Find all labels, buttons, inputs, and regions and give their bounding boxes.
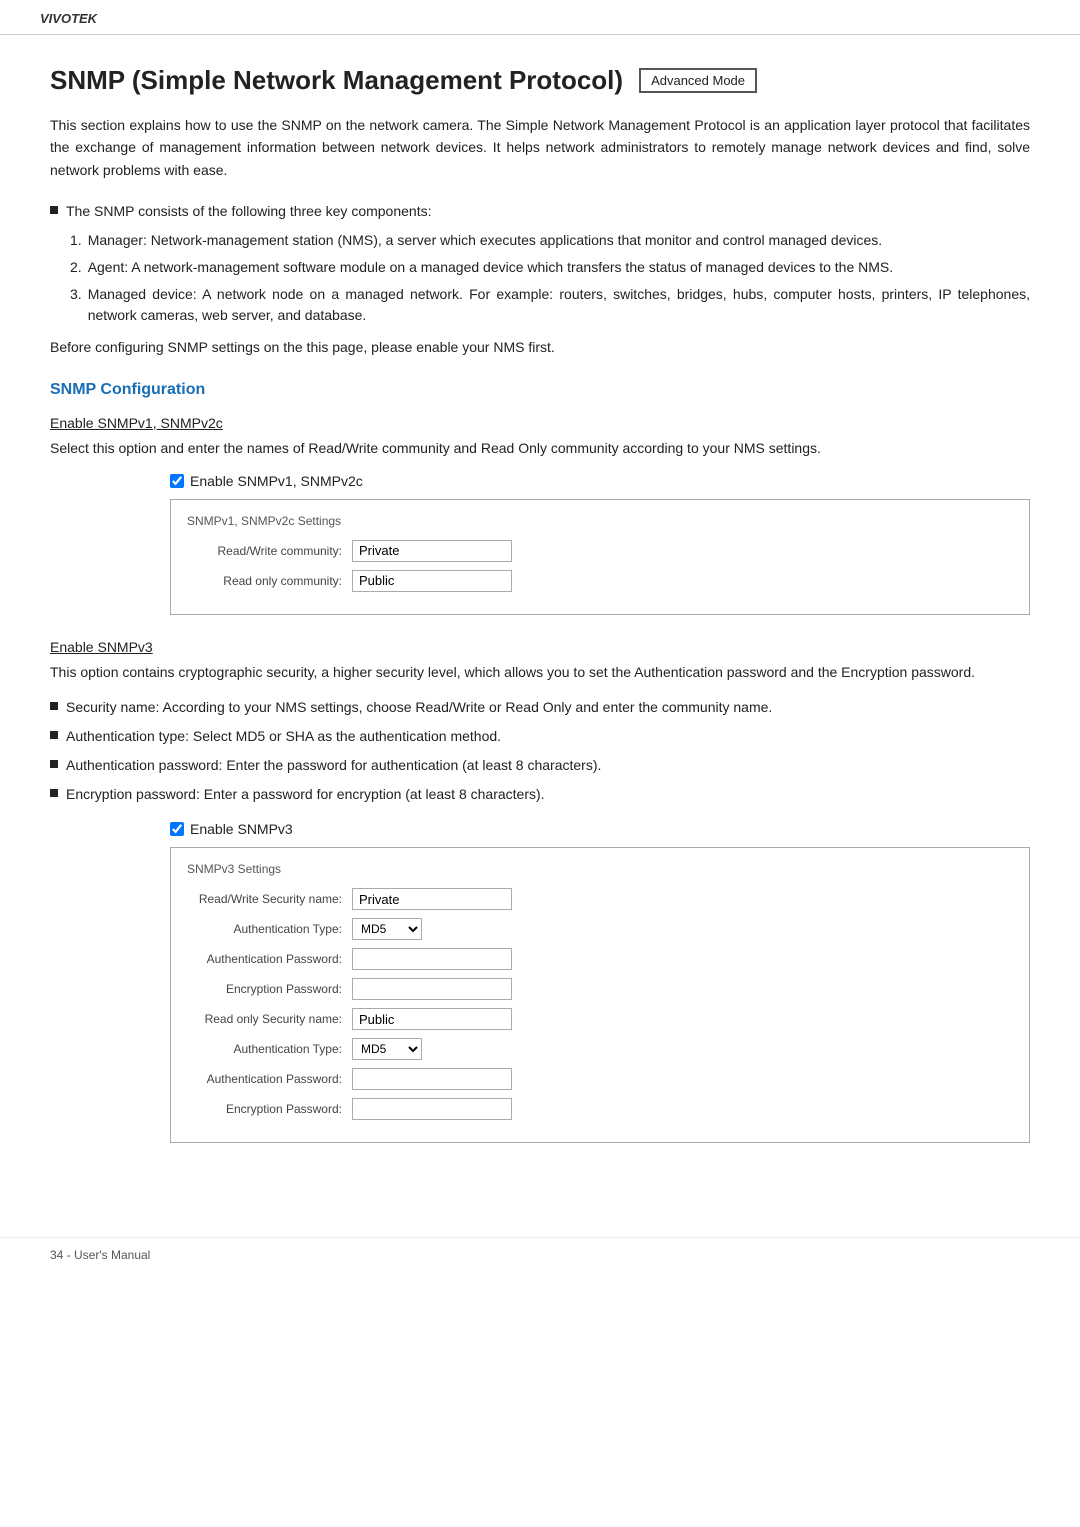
before-config-text: Before configuring SNMP settings on the … bbox=[50, 336, 1030, 358]
snmpv3-enc-pw-ro-input[interactable] bbox=[352, 1098, 512, 1120]
bullet-intro-text: The SNMP consists of the following three… bbox=[66, 201, 431, 222]
snmpv3-rw-security-label: Read/Write Security name: bbox=[187, 892, 352, 906]
snmpv3-desc: This option contains cryptographic secur… bbox=[50, 661, 1030, 683]
snmpv1-subsection: Enable SNMPv1, SNMPv2c Select this optio… bbox=[50, 415, 1030, 615]
footer: 34 - User's Manual bbox=[0, 1237, 1080, 1272]
header: VIVOTEK bbox=[0, 0, 1080, 35]
num-label-2: 2. bbox=[70, 257, 82, 278]
bullet-icon-2 bbox=[50, 731, 58, 739]
snmpv3-ro-security-label: Read only Security name: bbox=[187, 1012, 352, 1026]
snmpv3-bullet-2: Authentication type: Select MD5 or SHA a… bbox=[50, 726, 1030, 747]
snmpv3-enc-pw-ro-row: Encryption Password: bbox=[187, 1098, 1013, 1120]
num-text-3: Managed device: A network node on a mana… bbox=[88, 284, 1030, 326]
intro-paragraph: This section explains how to use the SNM… bbox=[50, 114, 1030, 181]
snmpv3-auth-pw-ro-row: Authentication Password: bbox=[187, 1068, 1013, 1090]
snmpv1-rw-community-row: Read/Write community: bbox=[187, 540, 1013, 562]
brand-logo: VIVOTEK bbox=[40, 11, 97, 26]
snmpv3-bullet-text-3: Authentication password: Enter the passw… bbox=[66, 755, 601, 776]
snmpv3-enc-pw-rw-row: Encryption Password: bbox=[187, 978, 1013, 1000]
snmpv3-auth-type-rw-select[interactable]: MD5 SHA bbox=[352, 918, 422, 940]
num-text-2: Agent: A network-management software mod… bbox=[88, 257, 893, 278]
snmpv3-checkbox-row[interactable]: Enable SNMPv3 bbox=[170, 821, 1030, 837]
snmpv3-auth-type-ro-row: Authentication Type: MD5 SHA bbox=[187, 1038, 1013, 1060]
advanced-mode-button[interactable]: Advanced Mode bbox=[639, 68, 757, 93]
snmpv3-checkbox[interactable] bbox=[170, 822, 184, 836]
num-label-3: 3. bbox=[70, 284, 82, 326]
snmpv3-auth-pw-rw-row: Authentication Password: bbox=[187, 948, 1013, 970]
snmpv3-settings-box: SNMPv3 Settings Read/Write Security name… bbox=[170, 847, 1030, 1143]
num-label-1: 1. bbox=[70, 230, 82, 251]
numbered-item-2: 2. Agent: A network-management software m… bbox=[70, 257, 1030, 278]
snmpv3-bullet-text-4: Encryption password: Enter a password fo… bbox=[66, 784, 545, 805]
page-title: SNMP (Simple Network Management Protocol… bbox=[50, 65, 623, 96]
snmpv3-bullets-section: Security name: According to your NMS set… bbox=[50, 697, 1030, 805]
snmpv1-checkbox-label: Enable SNMPv1, SNMPv2c bbox=[190, 473, 363, 489]
numbered-item-3: 3.Managed device: A network node on a ma… bbox=[70, 284, 1030, 326]
snmpv1-ro-community-row: Read only community: bbox=[187, 570, 1013, 592]
snmpv3-ro-security-row: Read only Security name: bbox=[187, 1008, 1013, 1030]
bullet-icon-3 bbox=[50, 760, 58, 768]
snmpv3-checkbox-label: Enable SNMPv3 bbox=[190, 821, 293, 837]
snmpv3-auth-pw-rw-label: Authentication Password: bbox=[187, 952, 352, 966]
snmpv1-ro-label: Read only community: bbox=[187, 574, 352, 588]
snmpv3-title: Enable SNMPv3 bbox=[50, 639, 1030, 655]
snmpv1-ro-input[interactable] bbox=[352, 570, 512, 592]
snmpv3-enc-pw-rw-input[interactable] bbox=[352, 978, 512, 1000]
bullet-intro-item: The SNMP consists of the following three… bbox=[50, 201, 1030, 222]
bullet-icon-1 bbox=[50, 702, 58, 710]
snmpv1-settings-title: SNMPv1, SNMPv2c Settings bbox=[187, 514, 1013, 528]
snmpv3-auth-type-ro-select[interactable]: MD5 SHA bbox=[352, 1038, 422, 1060]
key-components-section: The SNMP consists of the following three… bbox=[50, 201, 1030, 326]
snmpv3-ro-security-input[interactable] bbox=[352, 1008, 512, 1030]
snmpv1-rw-input[interactable] bbox=[352, 540, 512, 562]
snmpv3-auth-pw-ro-input[interactable] bbox=[352, 1068, 512, 1090]
page-title-area: SNMP (Simple Network Management Protocol… bbox=[50, 65, 1030, 96]
snmpv3-settings-title: SNMPv3 Settings bbox=[187, 862, 1013, 876]
snmpv3-subsection: Enable SNMPv3 This option contains crypt… bbox=[50, 639, 1030, 1143]
snmpv3-auth-type-rw-label: Authentication Type: bbox=[187, 922, 352, 936]
snmpv1-rw-label: Read/Write community: bbox=[187, 544, 352, 558]
snmpv3-rw-security-input[interactable] bbox=[352, 888, 512, 910]
snmpv3-rw-security-row: Read/Write Security name: bbox=[187, 888, 1013, 910]
snmpv3-bullet-1: Security name: According to your NMS set… bbox=[50, 697, 1030, 718]
num-text-1: Manager: Network-management station (NMS… bbox=[88, 230, 883, 251]
snmp-config-title: SNMP Configuration bbox=[50, 381, 1030, 399]
snmpv3-enc-pw-ro-label: Encryption Password: bbox=[187, 1102, 352, 1116]
bullet-icon-4 bbox=[50, 789, 58, 797]
snmpv1-checkbox-row[interactable]: Enable SNMPv1, SNMPv2c bbox=[170, 473, 1030, 489]
footer-text: 34 - User's Manual bbox=[50, 1248, 150, 1262]
snmpv1-settings-box: SNMPv1, SNMPv2c Settings Read/Write comm… bbox=[170, 499, 1030, 615]
snmpv3-bullet-4: Encryption password: Enter a password fo… bbox=[50, 784, 1030, 805]
snmpv1-desc: Select this option and enter the names o… bbox=[50, 437, 1030, 459]
snmpv3-bullet-text-2: Authentication type: Select MD5 or SHA a… bbox=[66, 726, 501, 747]
snmpv3-auth-type-rw-row: Authentication Type: MD5 SHA bbox=[187, 918, 1013, 940]
snmpv1-checkbox[interactable] bbox=[170, 474, 184, 488]
bullet-icon bbox=[50, 206, 58, 214]
snmpv1-title: Enable SNMPv1, SNMPv2c bbox=[50, 415, 1030, 431]
snmpv3-bullet-text-1: Security name: According to your NMS set… bbox=[66, 697, 772, 718]
snmpv3-auth-type-ro-label: Authentication Type: bbox=[187, 1042, 352, 1056]
numbered-list: 1. Manager: Network-management station (N… bbox=[70, 230, 1030, 326]
snmpv3-enc-pw-rw-label: Encryption Password: bbox=[187, 982, 352, 996]
snmpv3-bullet-3: Authentication password: Enter the passw… bbox=[50, 755, 1030, 776]
snmpv3-auth-pw-rw-input[interactable] bbox=[352, 948, 512, 970]
snmpv3-auth-pw-ro-label: Authentication Password: bbox=[187, 1072, 352, 1086]
numbered-item-1: 1. Manager: Network-management station (N… bbox=[70, 230, 1030, 251]
main-content: SNMP (Simple Network Management Protocol… bbox=[0, 35, 1080, 1207]
snmp-config-section: SNMP Configuration Enable SNMPv1, SNMPv2… bbox=[50, 381, 1030, 1144]
